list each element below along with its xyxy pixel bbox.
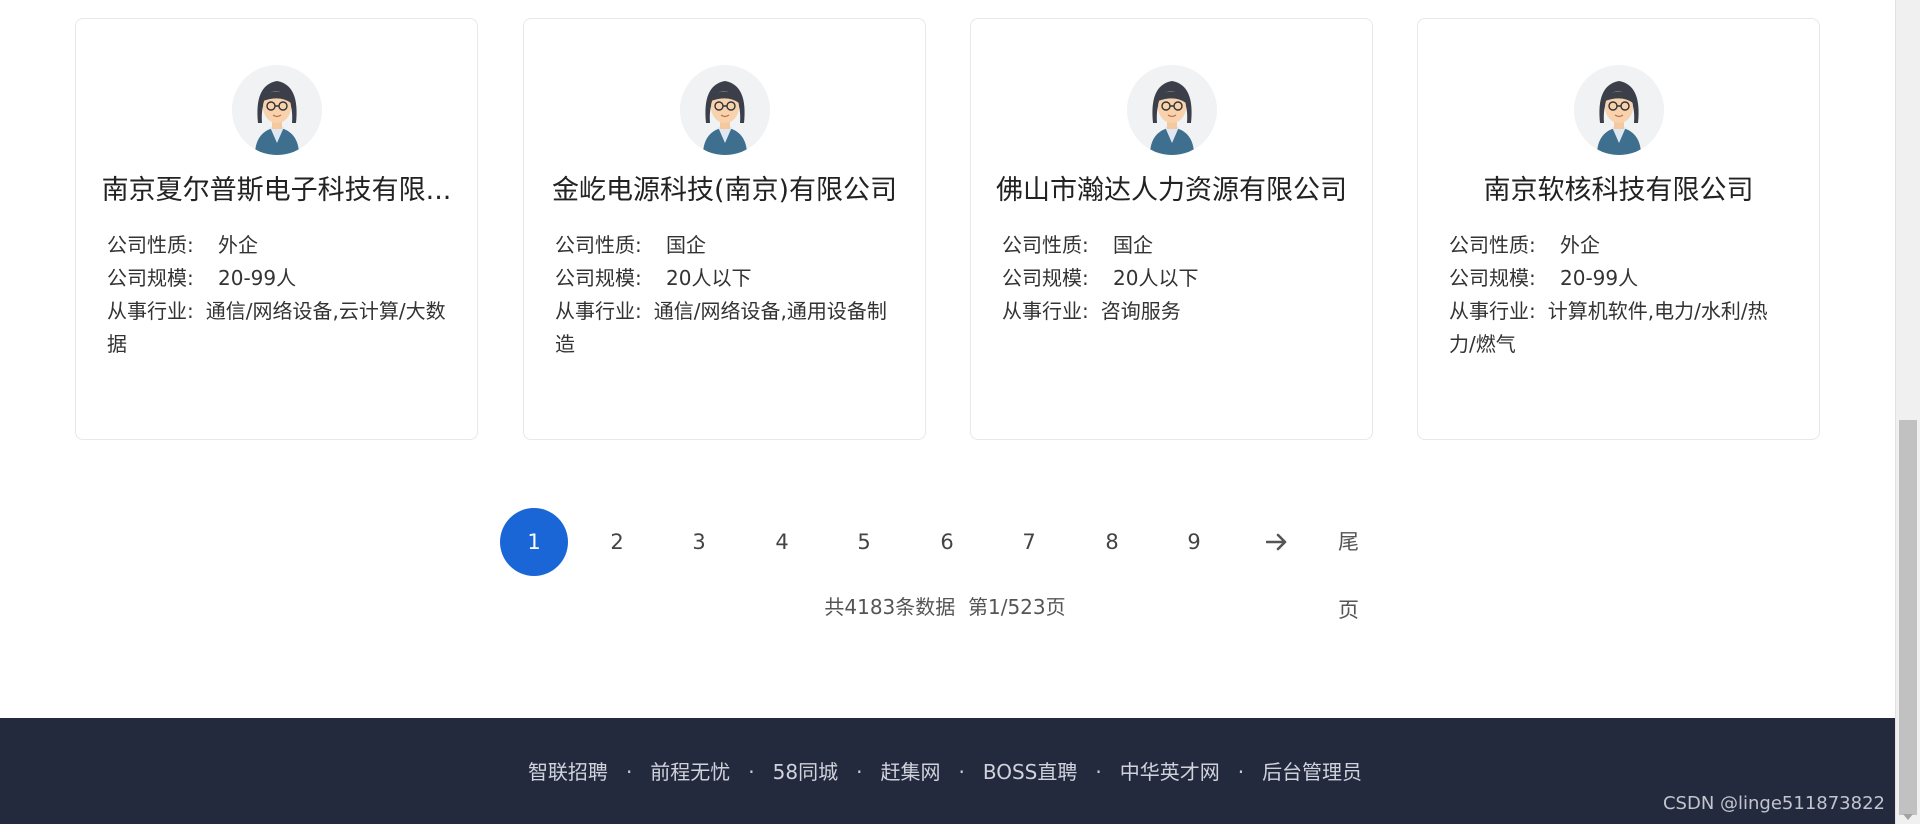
- nature-label: 公司性质:: [1002, 233, 1089, 257]
- nature-value: 国企: [1113, 233, 1153, 257]
- page-button-3[interactable]: 3: [665, 508, 733, 576]
- size-label: 公司规模:: [555, 266, 642, 290]
- watermark: CSDN @linge511873822: [1662, 793, 1885, 814]
- page: 南京夏尔普斯电子科技有限... 公司性质: 外企 公司规模: 20-99人 从事…: [0, 0, 1920, 824]
- user-avatar-icon: [1127, 65, 1217, 155]
- user-avatar-icon: [1574, 65, 1664, 155]
- scrollbar-thumb[interactable]: [1899, 420, 1917, 815]
- arrow-right-icon: [1266, 533, 1287, 551]
- footer-link-admin[interactable]: 后台管理员: [1262, 760, 1362, 784]
- industry-label: 从事行业:: [555, 299, 642, 323]
- size-value: 20人以下: [1113, 266, 1199, 290]
- avatar: [1574, 65, 1664, 155]
- page-button-4[interactable]: 4: [748, 508, 816, 576]
- company-card[interactable]: 佛山市瀚达人力资源有限公司 公司性质: 国企 公司规模: 20人以下 从事行业:…: [970, 18, 1373, 440]
- footer-link-51job[interactable]: 前程无忧: [650, 760, 730, 784]
- industry-row: 从事行业: 计算机软件,电力/水利/热力/燃气: [1449, 295, 1791, 361]
- nature-value: 国企: [666, 233, 706, 257]
- footer-link-ganji[interactable]: 赶集网: [880, 760, 940, 784]
- last-page-link[interactable]: 尾页: [1338, 508, 1359, 622]
- industry-label: 从事行业:: [107, 299, 194, 323]
- company-card[interactable]: 金屹电源科技(南京)有限公司 公司性质: 国企 公司规模: 20人以下 从事行业…: [523, 18, 926, 440]
- footer-links: 智联招聘 · 前程无忧 · 58同城 · 赶集网 · BOSS直聘 · 中华英才网 · 后台管理员: [0, 756, 1890, 785]
- size-value: 20-99人: [218, 266, 297, 290]
- nature-label: 公司性质:: [555, 233, 642, 257]
- company-card[interactable]: 南京夏尔普斯电子科技有限... 公司性质: 外企 公司规模: 20-99人 从事…: [75, 18, 478, 440]
- nature-row: 公司性质: 国企: [555, 229, 897, 262]
- page-button-5[interactable]: 5: [830, 508, 898, 576]
- footer-link-58[interactable]: 58同城: [773, 760, 838, 784]
- footer-link-zhilian[interactable]: 智联招聘: [528, 760, 608, 784]
- scroll-down-icon[interactable]: [1903, 814, 1913, 820]
- industry-row: 从事行业: 通信/网络设备,通用设备制造: [555, 295, 897, 361]
- avatar: [232, 65, 322, 155]
- industry-row: 从事行业: 通信/网络设备,云计算/大数据: [107, 295, 449, 361]
- size-row: 公司规模: 20人以下: [555, 262, 897, 295]
- separator: ·: [958, 760, 965, 784]
- company-card-list: 南京夏尔普斯电子科技有限... 公司性质: 外企 公司规模: 20-99人 从事…: [75, 18, 1820, 440]
- separator: ·: [856, 760, 863, 784]
- company-info: 公司性质: 外企 公司规模: 20-99人 从事行业: 通信/网络设备,云计算/大…: [107, 229, 449, 361]
- nature-value: 外企: [218, 233, 258, 257]
- nature-row: 公司性质: 外企: [107, 229, 449, 262]
- page-button-7[interactable]: 7: [995, 508, 1063, 576]
- separator: ·: [748, 760, 755, 784]
- footer-link-chinahr[interactable]: 中华英才网: [1120, 760, 1220, 784]
- page-button-6[interactable]: 6: [913, 508, 981, 576]
- size-label: 公司规模:: [1449, 266, 1536, 290]
- company-info: 公司性质: 国企 公司规模: 20人以下 从事行业: 通信/网络设备,通用设备制造: [555, 229, 897, 361]
- company-card[interactable]: 南京软核科技有限公司 公司性质: 外企 公司规模: 20-99人 从事行业: 计算…: [1417, 18, 1820, 440]
- user-avatar-icon: [232, 65, 322, 155]
- nature-row: 公司性质: 外企: [1449, 229, 1791, 262]
- separator: ·: [1237, 760, 1245, 784]
- separator: ·: [1095, 760, 1102, 784]
- company-name[interactable]: 金屹电源科技(南京)有限公司: [540, 171, 909, 211]
- pagination-stats: 共4183条数据 第1/523页: [824, 595, 1066, 619]
- user-avatar-icon: [680, 65, 770, 155]
- page-button-8[interactable]: 8: [1078, 508, 1146, 576]
- footer: 智联招聘 · 前程无忧 · 58同城 · 赶集网 · BOSS直聘 · 中华英才网 · 后台管理员 CS…: [0, 718, 1895, 824]
- industry-value: 咨询服务: [1100, 299, 1181, 323]
- company-info: 公司性质: 国企 公司规模: 20人以下 从事行业: 咨询服务: [1002, 229, 1344, 328]
- size-row: 公司规模: 20-99人: [1449, 262, 1791, 295]
- next-page-button[interactable]: [1257, 508, 1297, 576]
- avatar: [1127, 65, 1217, 155]
- industry-label: 从事行业:: [1449, 299, 1536, 323]
- company-name[interactable]: 南京软核科技有限公司: [1434, 171, 1803, 211]
- nature-label: 公司性质:: [107, 233, 194, 257]
- industry-label: 从事行业:: [1002, 299, 1089, 323]
- company-info: 公司性质: 外企 公司规模: 20-99人 从事行业: 计算机软件,电力/水利/热…: [1449, 229, 1791, 361]
- avatar: [680, 65, 770, 155]
- nature-value: 外企: [1560, 233, 1600, 257]
- size-row: 公司规模: 20人以下: [1002, 262, 1344, 295]
- industry-row: 从事行业: 咨询服务: [1002, 295, 1344, 328]
- page-button-1[interactable]: 1: [500, 508, 568, 576]
- company-name[interactable]: 佛山市瀚达人力资源有限公司: [987, 171, 1356, 211]
- page-button-2[interactable]: 2: [583, 508, 651, 576]
- size-value: 20人以下: [666, 266, 752, 290]
- size-row: 公司规模: 20-99人: [107, 262, 449, 295]
- separator: ·: [625, 760, 633, 784]
- nature-row: 公司性质: 国企: [1002, 229, 1344, 262]
- page-button-9[interactable]: 9: [1160, 508, 1228, 576]
- vertical-scrollbar[interactable]: [1895, 0, 1920, 824]
- size-label: 公司规模:: [1002, 266, 1089, 290]
- footer-link-boss[interactable]: BOSS直聘: [983, 760, 1078, 784]
- size-label: 公司规模:: [107, 266, 194, 290]
- size-value: 20-99人: [1560, 266, 1639, 290]
- nature-label: 公司性质:: [1449, 233, 1536, 257]
- company-name[interactable]: 南京夏尔普斯电子科技有限...: [92, 171, 461, 211]
